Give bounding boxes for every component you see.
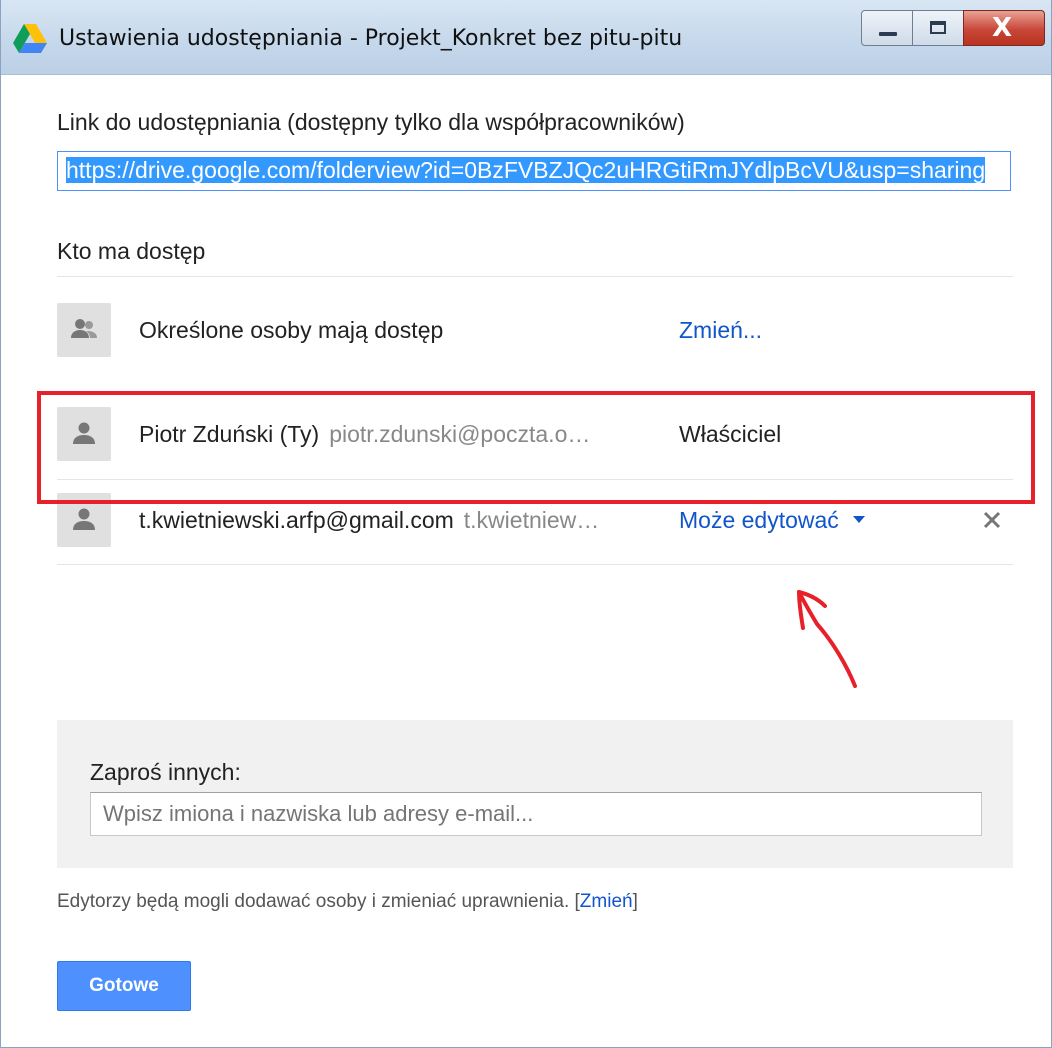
person-name-editor: t.kwietniewski.arfp@gmail.com t.kwietniew… xyxy=(139,507,599,534)
visibility-row: Określone osoby mają dostęp Zmień... xyxy=(57,291,1013,361)
people-icon xyxy=(71,319,97,338)
annotation-arrow xyxy=(797,590,857,688)
person-name: t.kwietniewski.arfp@gmail.com xyxy=(139,507,454,533)
person-icon xyxy=(73,508,95,530)
change-visibility-link[interactable]: Zmień... xyxy=(679,317,762,344)
permission-dropdown[interactable]: Może edytować xyxy=(679,507,865,534)
close-icon[interactable] xyxy=(977,505,1007,535)
invite-panel: Zaproś innych: xyxy=(57,720,1013,868)
divider xyxy=(57,564,1013,565)
invite-label: Zaproś innych: xyxy=(90,759,241,785)
bracket-close: ] xyxy=(632,891,638,912)
minimize-icon xyxy=(879,32,897,36)
maximize-icon xyxy=(930,21,946,34)
share-link-label: Link do udostępniania (dostępny tylko dl… xyxy=(57,109,685,135)
sharing-settings-window: Ustawienia udostępniania - Projekt_Konkr… xyxy=(0,0,1052,1048)
minimize-button[interactable] xyxy=(861,10,913,46)
people-avatar xyxy=(57,303,111,357)
window-title: Ustawienia udostępniania - Projekt_Konkr… xyxy=(59,26,683,51)
maximize-button[interactable] xyxy=(912,10,964,46)
access-heading: Kto ma dostęp xyxy=(57,238,206,264)
close-icon: X xyxy=(992,13,1013,43)
change-permissions-link[interactable]: Zmień xyxy=(580,891,633,912)
chevron-down-icon xyxy=(852,516,865,524)
permission-dropdown-label: Może edytować xyxy=(679,507,839,533)
visibility-label: Określone osoby mają dostęp xyxy=(139,317,444,343)
annotation-highlight-box xyxy=(37,391,1035,504)
close-window-button[interactable]: X xyxy=(963,10,1045,46)
done-button[interactable]: Gotowe xyxy=(57,961,191,1011)
divider xyxy=(57,276,1013,277)
title-bar[interactable]: Ustawienia udostępniania - Projekt_Konkr… xyxy=(1,0,1051,75)
person-email: t.kwietniew… xyxy=(463,507,600,533)
editors-note: Edytorzy będą mogli dodawać osoby i zmie… xyxy=(57,891,638,913)
share-link-field[interactable]: https://drive.google.com/folderview?id=0… xyxy=(57,151,1011,191)
google-drive-icon xyxy=(13,24,47,53)
share-link-url: https://drive.google.com/folderview?id=0… xyxy=(66,157,986,183)
invite-input[interactable] xyxy=(90,792,982,836)
editors-note-text: Edytorzy będą mogli dodawać osoby i zmie… xyxy=(57,891,570,912)
